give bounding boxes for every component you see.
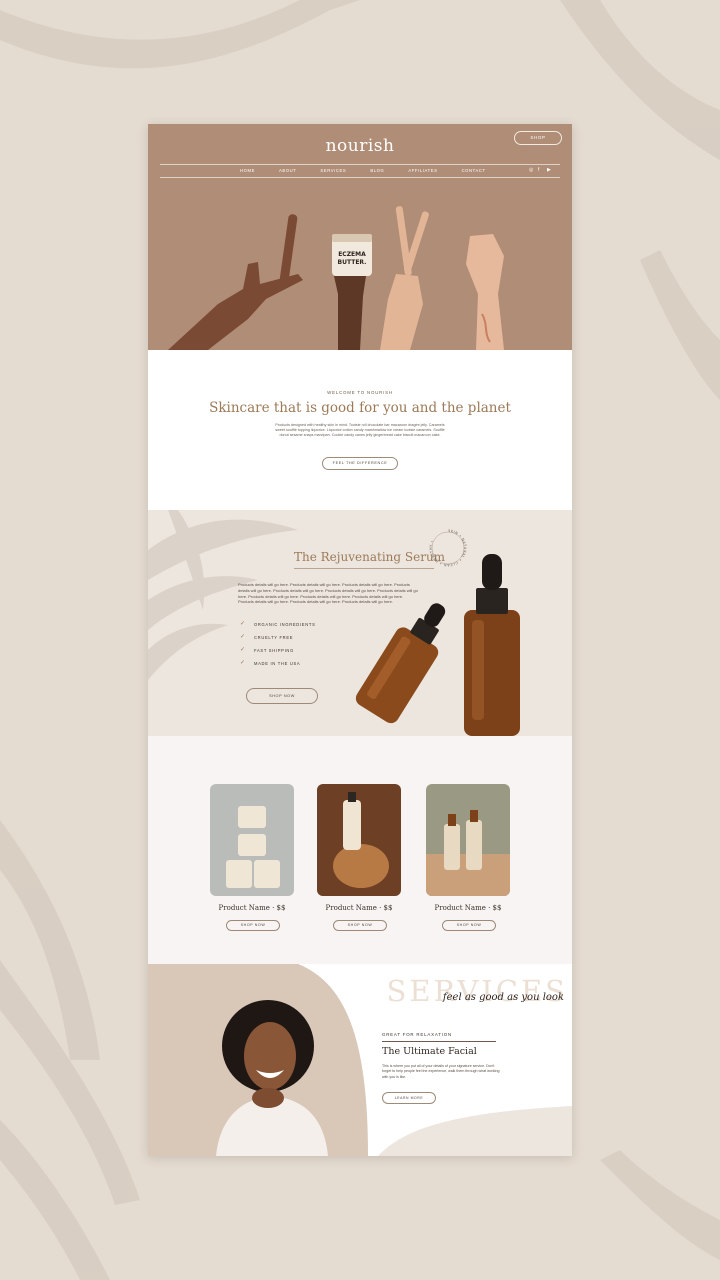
hand-with-jar: ECZEMA BUTTER.	[332, 234, 372, 350]
serum-shop-now-button[interactable]: SHOP NOW	[246, 688, 318, 704]
services-eyebrow: GREAT FOR RELAXATION	[382, 1032, 452, 1037]
product-name[interactable]: Product Name · $$	[210, 904, 294, 912]
serum-bottles-image	[355, 554, 520, 736]
nav-bottom-rule	[160, 177, 560, 178]
shop-button[interactable]: SHOP	[514, 131, 562, 145]
products-section: Product Name · $$ Product Name · $$ Prod…	[148, 736, 572, 964]
product-image[interactable]	[210, 784, 294, 896]
main-nav: HOME ABOUT SERVICES BLOG AFFILIATES CONT…	[240, 168, 510, 173]
feature-label: FAST SHIPPING	[254, 648, 294, 653]
product-name[interactable]: Product Name · $$	[317, 904, 401, 912]
serum-section: The Rejuvenating Serum Products details …	[148, 510, 572, 736]
services-rule	[382, 1041, 496, 1042]
services-script-tagline: feel as good as you look	[442, 992, 564, 1003]
feel-the-difference-button[interactable]: FEEL THE DIFFERENCE	[322, 457, 398, 470]
feature-label: MADE IN THE USA	[254, 661, 301, 666]
nav-item-about[interactable]: ABOUT	[279, 168, 296, 173]
tilted-serum-bottle	[355, 603, 446, 724]
services-title: The Ultimate Facial	[382, 1046, 477, 1057]
welcome-paragraph: Products designed with healthy skin in m…	[275, 423, 445, 438]
jar-label-bottom: BUTTER.	[338, 259, 367, 266]
nav-item-services[interactable]: SERVICES	[320, 168, 346, 173]
nav-item-affiliates[interactable]: AFFILIATES	[408, 168, 437, 173]
product-shop-now-button[interactable]: SHOP NOW	[333, 920, 387, 931]
hero-section: nourish SHOP HOME ABOUT SERVICES BLOG AF…	[148, 124, 572, 350]
nav-item-home[interactable]: HOME	[240, 168, 255, 173]
instagram-icon[interactable]: ◎	[529, 168, 534, 173]
youtube-icon[interactable]: ▶	[547, 168, 552, 173]
woman-portrait-image	[216, 1000, 328, 1156]
welcome-section: WELCOME TO NOURISH Skincare that is good…	[148, 350, 572, 510]
product-image[interactable]	[317, 784, 401, 896]
product-image[interactable]	[426, 784, 510, 896]
feature-item: ✓ CRUELTY FREE	[240, 634, 294, 640]
hero-hands-image: ECZEMA BUTTER.	[168, 206, 504, 350]
nav-top-rule	[160, 164, 560, 165]
upright-serum-bottle	[464, 554, 520, 736]
jar-label-top: ECZEMA	[338, 251, 366, 258]
nav-item-blog[interactable]: BLOG	[370, 168, 384, 173]
facebook-icon[interactable]: f	[538, 168, 543, 173]
website-mockup: nourish SHOP HOME ABOUT SERVICES BLOG AF…	[148, 124, 572, 1156]
services-description: This is where you put all of your detail…	[382, 1064, 500, 1079]
feature-label: CRUELTY FREE	[254, 635, 294, 640]
feature-item: ✓ MADE IN THE USA	[240, 660, 301, 666]
product-name[interactable]: Product Name · $$	[426, 904, 510, 912]
hand-fist	[466, 234, 504, 350]
check-icon: ✓	[240, 647, 246, 653]
hand-l-sign	[168, 214, 303, 350]
check-icon: ✓	[240, 660, 246, 666]
learn-more-button[interactable]: LEARN MORE	[382, 1092, 436, 1104]
product-shop-now-button[interactable]: SHOP NOW	[442, 920, 496, 931]
check-icon: ✓	[240, 634, 246, 640]
feature-item: ✓ FAST SHIPPING	[240, 647, 294, 653]
site-logo[interactable]: nourish	[148, 136, 572, 156]
check-icon: ✓	[240, 621, 246, 627]
hand-peace-sign	[380, 206, 429, 350]
services-section: SERVICES feel as good as you look GREAT …	[148, 964, 572, 1156]
feature-item: ✓ ORGANIC INGREDIENTS	[240, 621, 316, 627]
social-links: ◎ f ▶	[529, 168, 552, 173]
nav-item-contact[interactable]: CONTACT	[462, 168, 486, 173]
welcome-eyebrow: WELCOME TO NOURISH	[327, 390, 393, 395]
product-shop-now-button[interactable]: SHOP NOW	[226, 920, 280, 931]
feature-label: ORGANIC INGREDIENTS	[254, 622, 316, 627]
welcome-headline: Skincare that is good for you and the pl…	[209, 400, 511, 416]
